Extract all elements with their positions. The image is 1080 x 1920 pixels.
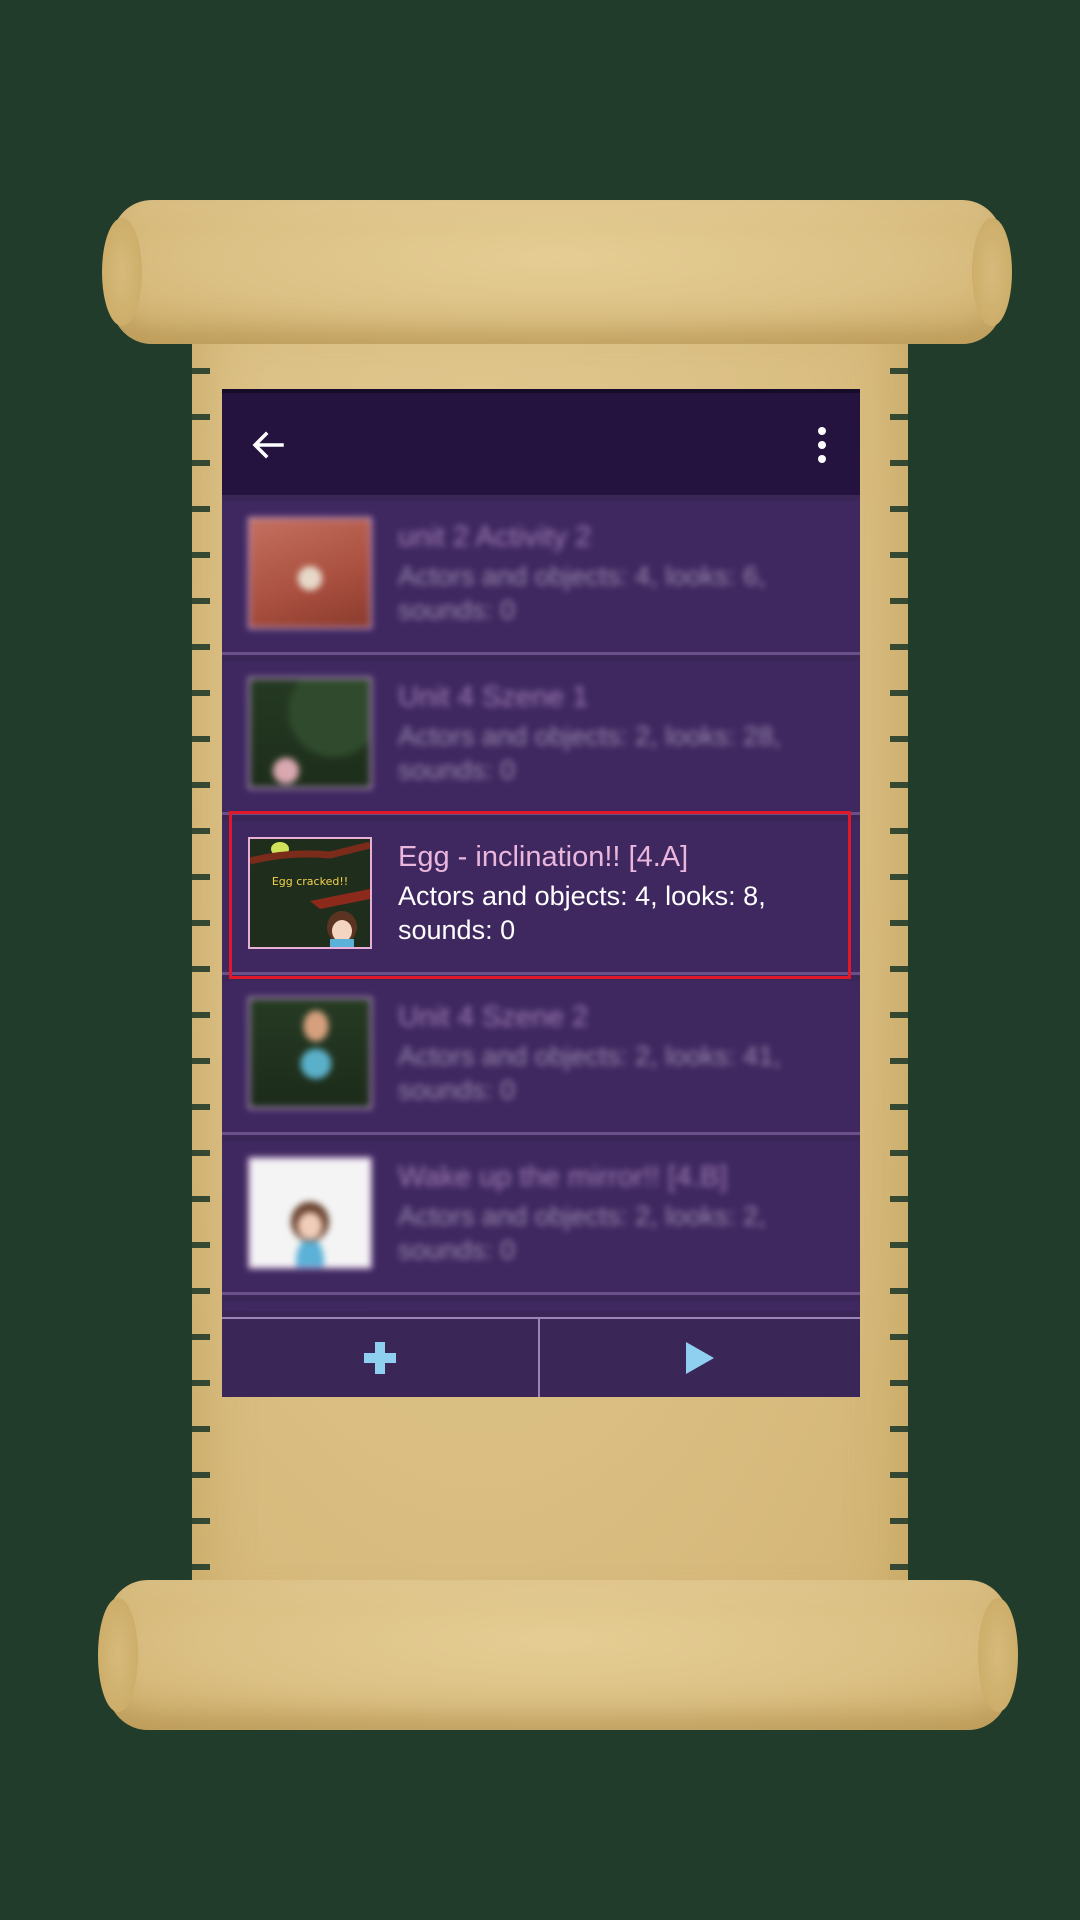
project-title: Unit 4 Szene 2 [398,1001,589,1033]
egg-scene-image: Egg cracked!! [250,839,370,947]
project-text: Unit 4 Szene 2 Actors and objects: 2, lo… [398,999,838,1107]
back-button[interactable] [248,425,288,465]
project-thumbnail: Egg cracked!! [248,837,372,949]
scroll-roll-cap [102,218,142,326]
svg-text:Egg cracked!!: Egg cracked!! [272,875,348,888]
project-details: Actors and objects: 2, looks: 41, sounds… [398,1041,781,1105]
project-list-item[interactable]: Wake up the mirror!! [4.B] Actors and ob… [222,1141,860,1295]
project-thumbnail [248,677,372,789]
app-bar [222,389,860,495]
bottom-action-bar [222,1317,860,1397]
app-window: unit 2 Activity 2 Actors and objects: 4,… [222,389,860,1397]
project-list-item[interactable]: Unit 4 Szene 2 Actors and objects: 2, lo… [222,981,860,1135]
arrow-left-icon [252,431,284,459]
project-list-item[interactable]: unit 2 Activity 2 Actors and objects: 4,… [222,501,860,655]
scroll-roll-top [102,200,1012,344]
scroll-roll-bottom [98,1580,1018,1730]
scroll-roll-cap [98,1598,138,1712]
project-text: Egg - inclination!! [4.A] Actors and obj… [398,839,838,947]
parchment-torn-edge-left [186,300,210,1630]
parchment-torn-edge-right [890,300,914,1630]
project-list-item-partial[interactable] [222,1301,860,1311]
project-details: Actors and objects: 2, looks: 2, sounds:… [398,1201,766,1265]
project-text: Wake up the mirror!! [4.B] Actors and ob… [398,1159,838,1267]
play-icon [686,1342,714,1374]
project-title: Egg - inclination!! [4.A] [398,841,689,873]
project-text: unit 2 Activity 2 Actors and objects: 4,… [398,519,838,627]
project-thumbnail [248,1157,372,1269]
scroll-roll-cap [972,218,1012,326]
project-title: unit 2 Activity 2 [398,521,592,553]
add-project-button[interactable] [222,1319,540,1397]
project-list[interactable]: unit 2 Activity 2 Actors and objects: 4,… [222,501,860,1311]
scroll-roll-cap [978,1598,1018,1712]
project-text: Unit 4 Szene 1 Actors and objects: 2, lo… [398,679,838,787]
plus-icon [364,1342,396,1374]
project-thumbnail [248,517,372,629]
project-details: Actors and objects: 4, looks: 8, sounds:… [398,881,766,945]
project-list-item[interactable]: Unit 4 Szene 1 Actors and objects: 2, lo… [222,661,860,815]
project-details: Actors and objects: 2, looks: 28, sounds… [398,721,781,785]
more-vertical-icon [818,427,826,463]
project-thumbnail [248,997,372,1109]
play-button[interactable] [540,1319,860,1397]
project-title: Unit 4 Szene 1 [398,681,589,713]
project-title: Wake up the mirror!! [4.B] [398,1161,728,1193]
project-list-item-selected[interactable]: Egg cracked!! Egg - inclination!! [4.A] … [222,821,860,975]
overflow-menu-button[interactable] [812,423,832,467]
project-details: Actors and objects: 4, looks: 6, sounds:… [398,561,766,625]
